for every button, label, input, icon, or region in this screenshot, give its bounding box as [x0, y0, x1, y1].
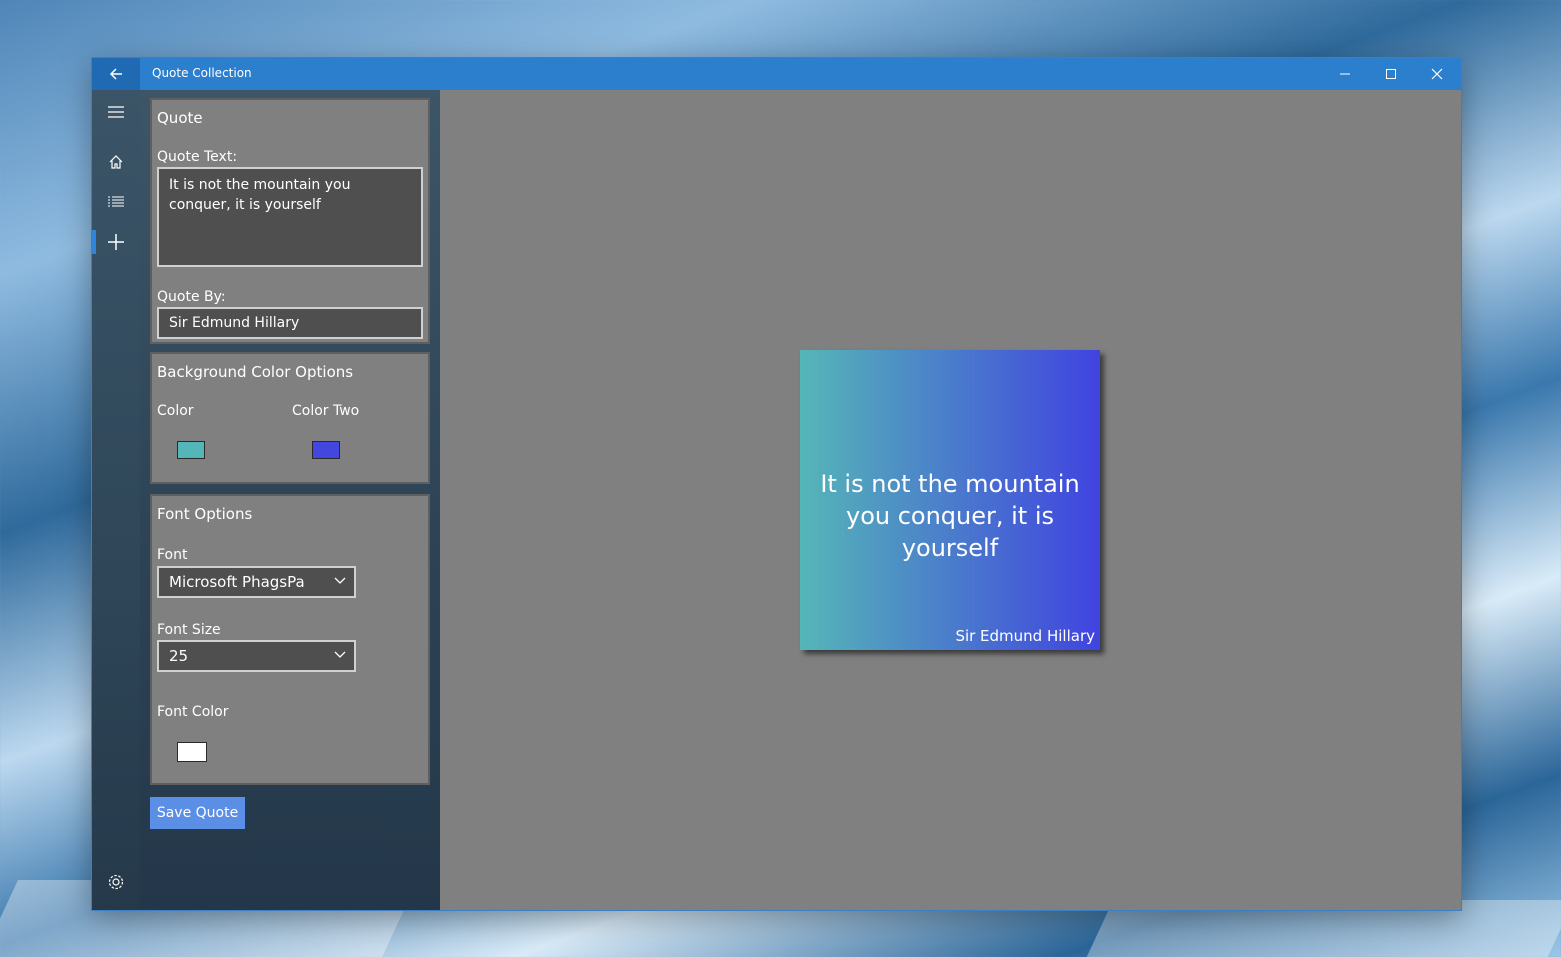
color-two-label: Color Two: [292, 403, 360, 419]
quote-text-input[interactable]: It is not the mountain you conquer, it i…: [157, 167, 423, 267]
font-select-value: Microsoft PhagsPa: [169, 573, 305, 591]
edit-pane: Quote Quote Text: It is not the mountain…: [140, 90, 440, 910]
quote-text-label: Quote Text:: [157, 149, 238, 165]
nav-item-settings[interactable]: [92, 862, 140, 902]
hamburger-icon: [108, 106, 124, 118]
font-size-label: Font Size: [157, 622, 221, 638]
back-arrow-icon: [109, 68, 122, 80]
list-icon: [108, 196, 124, 207]
maximize-icon: [1386, 69, 1396, 79]
background-card-title: Background Color Options: [157, 363, 354, 381]
maximize-button[interactable]: [1368, 58, 1414, 90]
chevron-down-icon: [334, 577, 346, 584]
add-icon: [108, 234, 124, 250]
quote-card: Quote Quote Text: It is not the mountain…: [150, 98, 430, 344]
color-label: Color: [157, 403, 194, 419]
quote-by-input[interactable]: Sir Edmund Hillary: [157, 307, 423, 339]
quote-preview: It is not the mountain you conquer, it i…: [800, 350, 1100, 650]
close-icon: [1431, 68, 1443, 80]
font-color-swatch[interactable]: [177, 742, 207, 762]
quote-card-title: Quote: [157, 109, 203, 127]
close-button[interactable]: [1414, 58, 1460, 90]
font-card-title: Font Options: [157, 505, 253, 523]
app-window: Quote Collection Quote Quote Text: It is…: [92, 58, 1461, 910]
app-title: Quote Collection: [152, 66, 252, 80]
nav-item-add[interactable]: [92, 222, 140, 262]
minimize-icon: [1340, 73, 1350, 75]
font-select[interactable]: Microsoft PhagsPa: [157, 566, 356, 598]
home-icon: [109, 155, 123, 169]
background-color-card: Background Color Options Color Color Two: [150, 352, 430, 484]
quote-by-label: Quote By:: [157, 289, 226, 305]
font-options-card: Font Options Font Microsoft PhagsPa Font…: [150, 494, 430, 785]
nav-item-list[interactable]: [92, 182, 140, 222]
navigation-rail: [92, 90, 140, 910]
minimize-button[interactable]: [1322, 58, 1368, 90]
preview-author: Sir Edmund Hillary: [955, 627, 1095, 645]
hamburger-menu-button[interactable]: [92, 92, 140, 132]
chevron-down-icon: [334, 651, 346, 658]
nav-item-home[interactable]: [92, 142, 140, 182]
back-button[interactable]: [92, 58, 140, 90]
save-quote-button[interactable]: Save Quote: [150, 797, 245, 829]
font-size-value: 25: [169, 647, 189, 665]
font-color-label: Font Color: [157, 704, 229, 720]
preview-quote-text: It is not the mountain you conquer, it i…: [820, 470, 1080, 562]
color-two-swatch[interactable]: [312, 441, 340, 459]
color-one-swatch[interactable]: [177, 441, 205, 459]
settings-icon: [108, 874, 124, 890]
font-label: Font: [157, 547, 188, 563]
title-bar: Quote Collection: [92, 58, 1461, 90]
font-size-select[interactable]: 25: [157, 640, 356, 672]
